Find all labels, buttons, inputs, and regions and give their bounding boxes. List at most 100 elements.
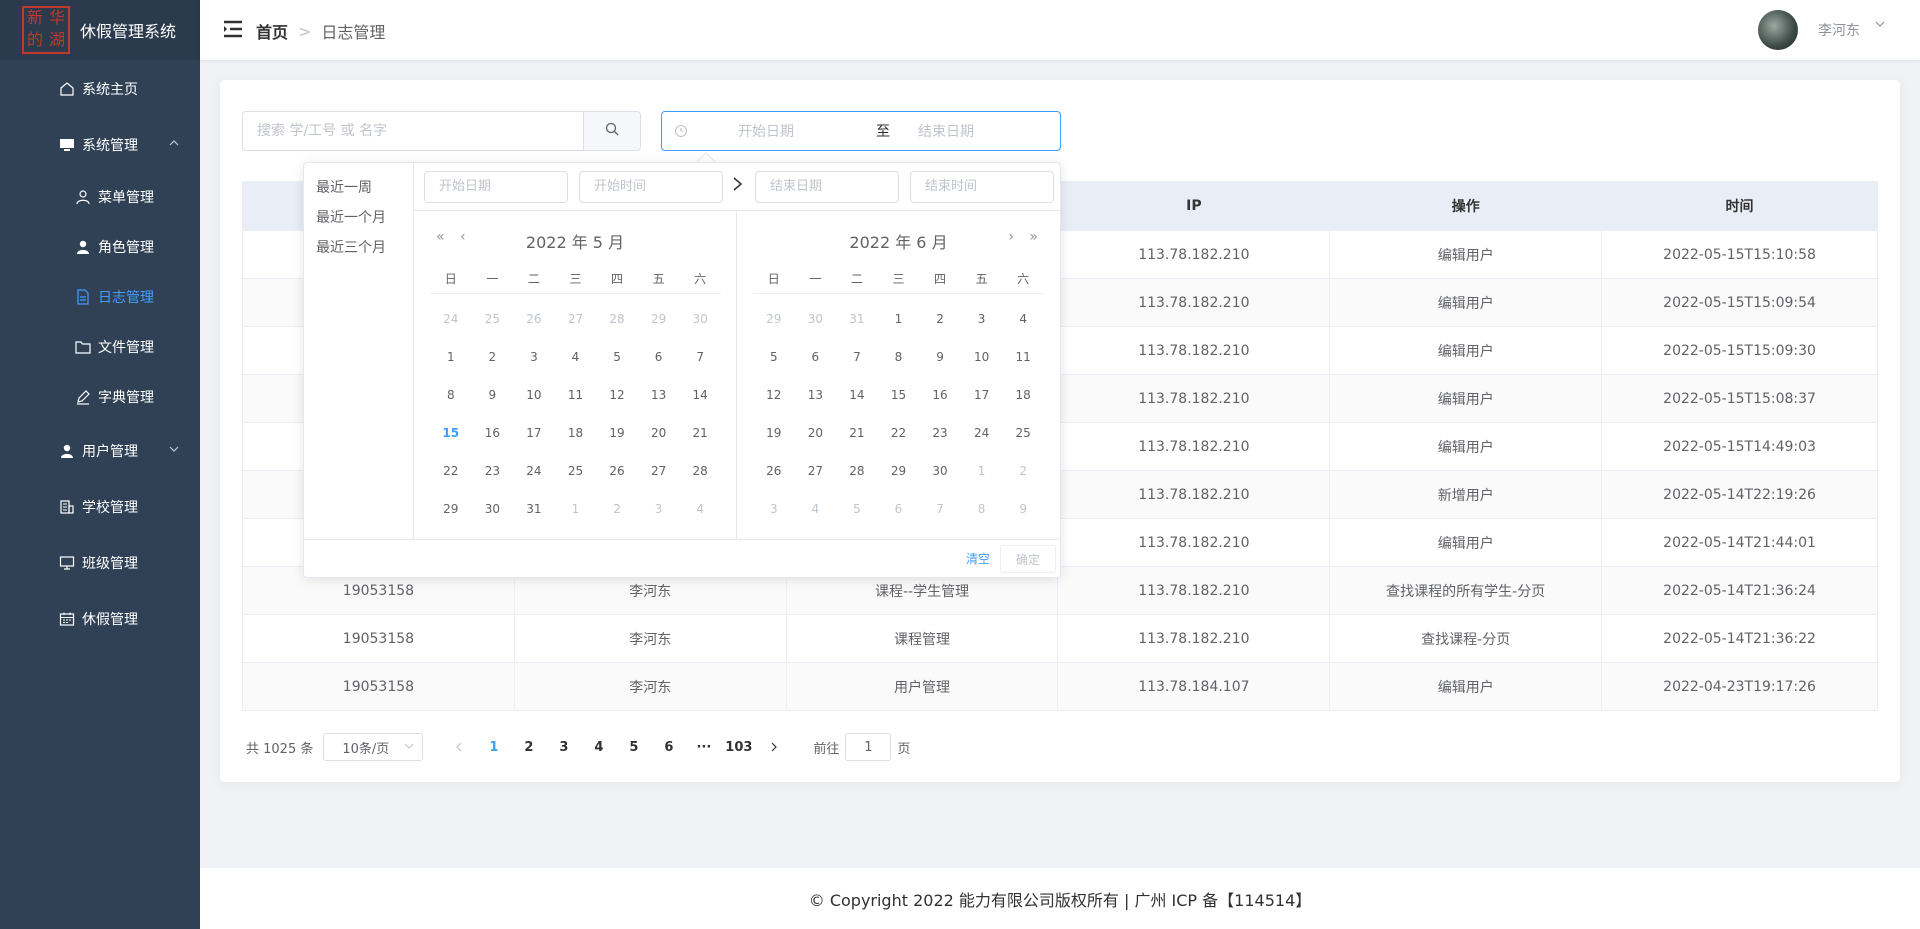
day-cell[interactable]: 20 [795, 426, 837, 440]
day-cell[interactable]: 26 [753, 464, 795, 478]
day-cell[interactable]: 25 [555, 464, 597, 478]
breadcrumb-home[interactable]: 首页 [256, 19, 288, 43]
day-cell[interactable]: 14 [836, 388, 878, 402]
day-cell[interactable]: 12 [596, 388, 638, 402]
day-cell[interactable]: 11 [1002, 350, 1044, 364]
day-cell[interactable]: 26 [596, 464, 638, 478]
day-cell[interactable]: 18 [555, 426, 597, 440]
sidebar-item-class[interactable]: 班级管理 [0, 538, 200, 588]
day-cell[interactable]: 15 [430, 426, 472, 440]
day-cell[interactable]: 27 [795, 464, 837, 478]
day-cell[interactable]: 10 [961, 350, 1003, 364]
search-input[interactable] [242, 111, 584, 151]
day-cell[interactable]: 19 [753, 426, 795, 440]
day-cell[interactable]: 30 [472, 502, 514, 516]
day-cell[interactable]: 2 [1002, 464, 1044, 478]
day-cell[interactable]: 4 [555, 350, 597, 364]
page-size-select[interactable]: 10条/页 [323, 733, 424, 761]
page-button[interactable]: 1 [476, 733, 511, 761]
day-cell[interactable]: 4 [795, 502, 837, 516]
next-month-icon[interactable]: › [1008, 229, 1014, 245]
day-cell[interactable]: 21 [679, 426, 721, 440]
day-cell[interactable]: 2 [919, 312, 961, 326]
day-cell[interactable]: 29 [753, 312, 795, 326]
day-cell[interactable]: 29 [430, 502, 472, 516]
day-cell[interactable]: 28 [596, 312, 638, 326]
day-cell[interactable]: 11 [555, 388, 597, 402]
day-cell[interactable]: 4 [1002, 312, 1044, 326]
sidebar-item-user[interactable]: 用户管理 [0, 426, 200, 476]
sidebar-item-leave[interactable]: 休假管理 [0, 594, 200, 644]
sidebar-item-role[interactable]: 角色管理 [0, 222, 200, 272]
sidebar-item-school[interactable]: 学校管理 [0, 482, 200, 532]
day-cell[interactable]: 5 [596, 350, 638, 364]
sidebar-item-log[interactable]: 日志管理 [0, 272, 200, 322]
day-cell[interactable]: 20 [638, 426, 680, 440]
username[interactable]: 李河东 [1818, 20, 1860, 40]
day-cell[interactable]: 16 [472, 426, 514, 440]
day-cell[interactable]: 1 [555, 502, 597, 516]
column-header-time[interactable]: 时间 [1601, 181, 1878, 231]
day-cell[interactable]: 6 [795, 350, 837, 364]
page-button[interactable]: 103 [721, 733, 756, 761]
day-cell[interactable]: 24 [961, 426, 1003, 440]
column-header-action[interactable]: 操作 [1329, 181, 1603, 231]
table-row[interactable]: 19053158 李河东 用户管理 113.78.184.107 编辑用户 2022-04… [242, 662, 1878, 711]
day-cell[interactable]: 10 [513, 388, 555, 402]
day-cell[interactable]: 29 [638, 312, 680, 326]
day-cell[interactable]: 3 [961, 312, 1003, 326]
day-cell[interactable]: 9 [919, 350, 961, 364]
search-button[interactable] [583, 111, 641, 151]
day-cell[interactable]: 9 [472, 388, 514, 402]
day-cell[interactable]: 8 [961, 502, 1003, 516]
page-button[interactable]: 4 [581, 733, 616, 761]
hamburger-icon[interactable] [222, 18, 244, 40]
day-cell[interactable]: 6 [638, 350, 680, 364]
more-pages-icon[interactable]: ··· [686, 733, 721, 761]
day-cell[interactable]: 27 [555, 312, 597, 326]
column-header-ip[interactable]: IP [1057, 181, 1331, 231]
page-jump-input[interactable] [845, 733, 892, 761]
day-cell[interactable]: 22 [878, 426, 920, 440]
day-cell[interactable]: 14 [679, 388, 721, 402]
day-cell[interactable]: 2 [596, 502, 638, 516]
day-cell[interactable]: 9 [1002, 502, 1044, 516]
day-cell[interactable]: 7 [679, 350, 721, 364]
shortcut-last-week[interactable]: 最近一周 [304, 173, 413, 203]
sidebar-item-home[interactable]: 系统主页 [0, 64, 200, 114]
day-cell[interactable]: 26 [513, 312, 555, 326]
clear-button[interactable]: 清空 [966, 550, 990, 567]
page-button[interactable]: 5 [616, 733, 651, 761]
day-cell[interactable]: 6 [878, 502, 920, 516]
start-date-input[interactable]: 开始日期 [424, 171, 568, 203]
day-cell[interactable]: 5 [753, 350, 795, 364]
day-cell[interactable]: 28 [836, 464, 878, 478]
day-cell[interactable]: 23 [919, 426, 961, 440]
day-cell[interactable]: 18 [1002, 388, 1044, 402]
day-cell[interactable]: 30 [679, 312, 721, 326]
day-cell[interactable]: 25 [472, 312, 514, 326]
day-cell[interactable]: 29 [878, 464, 920, 478]
day-cell[interactable]: 3 [753, 502, 795, 516]
day-cell[interactable]: 7 [836, 350, 878, 364]
day-cell[interactable]: 28 [679, 464, 721, 478]
page-button[interactable]: 3 [546, 733, 581, 761]
confirm-button[interactable]: 确定 [1000, 545, 1056, 573]
day-cell[interactable]: 24 [513, 464, 555, 478]
sidebar-item-dict[interactable]: 字典管理 [0, 372, 200, 422]
day-cell[interactable]: 1 [961, 464, 1003, 478]
prev-page-button[interactable] [441, 733, 476, 761]
shortcut-last-month[interactable]: 最近一个月 [304, 203, 413, 233]
range-end-placeholder[interactable]: 结束日期 [918, 121, 974, 141]
day-cell[interactable]: 31 [513, 502, 555, 516]
day-cell[interactable]: 3 [638, 502, 680, 516]
avatar[interactable] [1758, 10, 1798, 50]
day-cell[interactable]: 1 [878, 312, 920, 326]
day-cell[interactable]: 27 [638, 464, 680, 478]
next-year-icon[interactable]: » [1029, 229, 1038, 245]
day-cell[interactable]: 15 [878, 388, 920, 402]
table-row[interactable]: 19053158 李河东 课程管理 113.78.182.210 查找课程-分页 2022… [242, 614, 1878, 663]
day-cell[interactable]: 19 [596, 426, 638, 440]
start-time-input[interactable]: 开始时间 [579, 171, 723, 203]
page-button[interactable]: 6 [651, 733, 686, 761]
